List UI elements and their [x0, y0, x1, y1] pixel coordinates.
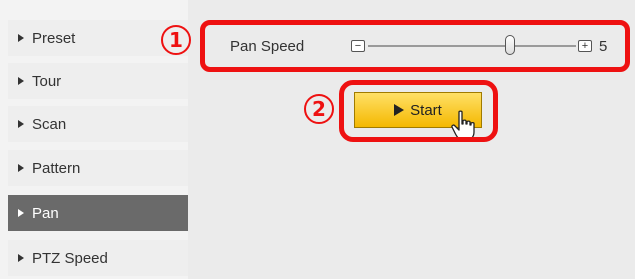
sidebar-item-scan[interactable]: Scan [8, 106, 188, 142]
sidebar-item-label: Preset [32, 29, 76, 47]
sidebar-item-label: PTZ Speed [32, 249, 108, 267]
annotation-marker-2: 2 [304, 94, 334, 124]
triangle-right-icon [18, 34, 24, 42]
sidebar-item-label: Scan [32, 115, 67, 133]
sidebar-item-ptz-speed[interactable]: PTZ Speed [8, 240, 188, 276]
triangle-right-icon [18, 164, 24, 172]
sidebar-item-label: Tour [32, 72, 62, 90]
sidebar-item-pattern[interactable]: Pattern [8, 150, 188, 186]
sidebar-item-label: Pan [32, 204, 59, 222]
annotation-marker-1: 1 [161, 25, 191, 55]
highlight-box-start [339, 80, 498, 142]
sidebar-item-tour[interactable]: Tour [8, 63, 188, 99]
triangle-right-icon [18, 77, 24, 85]
sidebar-menu: Preset Tour Scan Pattern Pan PTZ Speed [0, 0, 188, 279]
sidebar-item-label: Pattern [32, 159, 81, 177]
sidebar-item-pan[interactable]: Pan [8, 195, 188, 231]
triangle-right-icon [18, 209, 24, 217]
highlight-box-pan-speed [200, 20, 630, 72]
triangle-right-icon [18, 120, 24, 128]
triangle-right-icon [18, 254, 24, 262]
